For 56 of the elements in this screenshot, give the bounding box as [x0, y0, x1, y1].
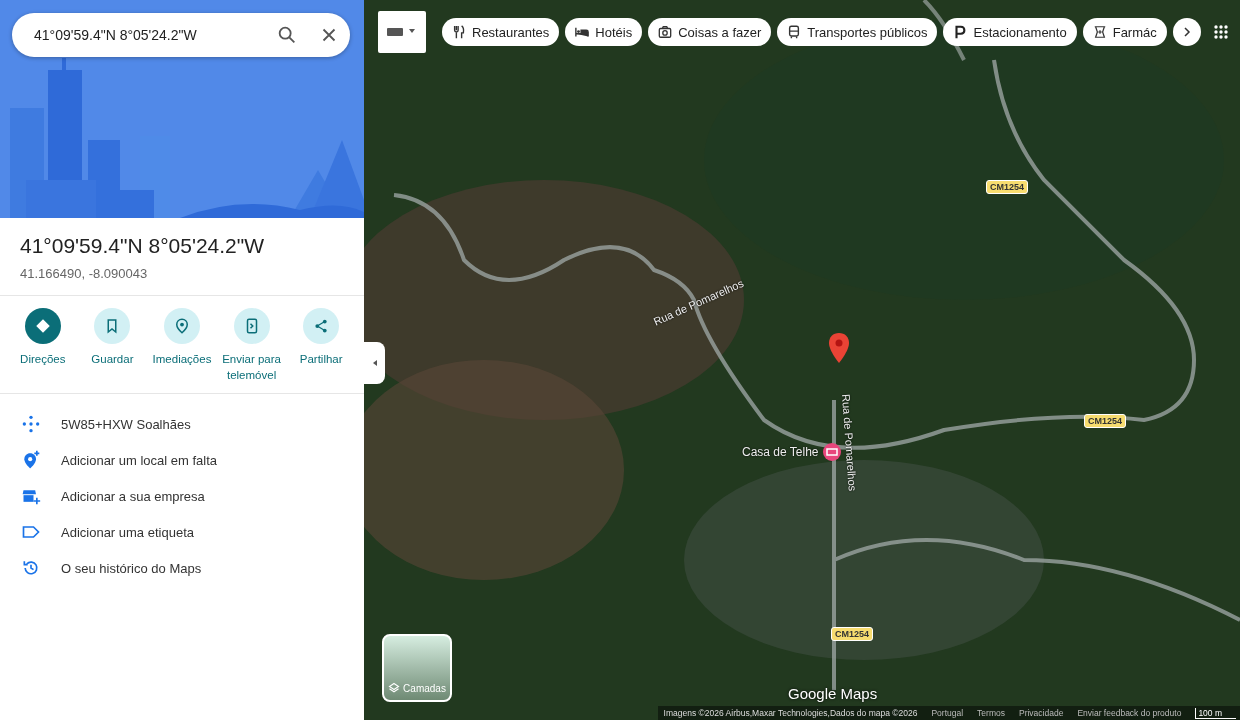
detail-link[interactable]: 5W85+HXW Soalhães	[61, 416, 191, 432]
share-button[interactable]	[303, 308, 340, 344]
location-icon	[173, 317, 191, 335]
location-pin-icon[interactable]	[827, 332, 851, 364]
category-chip[interactable]: Coisas a fazer	[648, 18, 772, 46]
road-number-label: CM1254	[986, 180, 1029, 194]
map-logo: Google Maps	[788, 685, 878, 702]
detail-link[interactable]: Adicionar um local em falta	[61, 452, 218, 468]
coordinates-text: 41.166490, -8.090043	[20, 266, 149, 281]
category-chip[interactable]: Hotéis	[565, 18, 643, 46]
action-label[interactable]: Direções	[20, 352, 66, 368]
satellite-map-drawing[interactable]	[364, 0, 1240, 720]
category-chip[interactable]: Farmác	[1082, 18, 1167, 46]
place-title: 41°09'59.4"N 8°05'24.2"W	[20, 234, 266, 258]
category-chip[interactable]: Estacionamento	[943, 18, 1077, 46]
road-number-label: CM1254	[1084, 414, 1127, 428]
chevron-right-icon	[1181, 27, 1192, 37]
fork-knife-icon	[452, 25, 466, 39]
detail-link[interactable]: O seu histórico do Maps	[61, 560, 202, 576]
directions-button[interactable]	[24, 308, 61, 344]
detail-link[interactable]: Adicionar a sua empresa	[61, 488, 205, 504]
action-label[interactable]: Guardar	[91, 352, 134, 368]
map-type-button[interactable]	[378, 11, 426, 53]
plus-code-icon	[21, 414, 41, 435]
parking-icon	[953, 25, 968, 39]
collapse-panel-button[interactable]	[364, 342, 385, 384]
action-label[interactable]: Imediações	[152, 352, 212, 368]
footer-link[interactable]: Termos	[977, 708, 1005, 718]
footer-link[interactable]: Portugal	[931, 708, 964, 718]
scale-bar: 100 m	[1195, 707, 1236, 719]
search-query: 41°09'59.4"N 8°05'24.2"W	[34, 27, 198, 43]
bus-icon	[787, 25, 802, 39]
action-label[interactable]: Enviar para telemóvel	[217, 352, 286, 384]
road-number-label: CM1254	[831, 627, 874, 641]
pharmacy-icon	[1092, 25, 1107, 39]
action-label[interactable]: Partilhar	[299, 352, 343, 368]
send-button[interactable]	[233, 308, 270, 344]
add-location-icon	[21, 450, 41, 471]
hotel-marker-icon[interactable]	[821, 442, 842, 462]
search-icon[interactable]	[276, 24, 298, 46]
category-chip[interactable]: Restaurantes	[442, 18, 560, 46]
detail-link[interactable]: Adicionar uma etiqueta	[61, 524, 194, 540]
layers-icon	[388, 682, 401, 694]
save-button[interactable]	[94, 308, 131, 344]
footer-link[interactable]: Enviar feedback do produto	[1077, 708, 1182, 718]
keyboard-caret-icon	[387, 25, 417, 39]
apps-grid-icon[interactable]	[1214, 25, 1230, 41]
place-label[interactable]: Casa de Telhe	[742, 445, 819, 459]
street-label: Rua de Pomarelhos	[840, 393, 859, 492]
camera-icon	[658, 25, 673, 39]
attribution-text: Imagens ©2026 Airbus,Maxar Technologies,Dados do mapa ©2026	[663, 708, 918, 718]
footer-link[interactable]: Privacidade	[1019, 708, 1064, 718]
nearby-button[interactable]	[164, 308, 200, 344]
bed-icon	[575, 25, 590, 39]
category-chip[interactable]: Transportes públicos	[777, 18, 938, 46]
search-field[interactable]: 41°09'59.4"N 8°05'24.2"W	[12, 13, 350, 57]
